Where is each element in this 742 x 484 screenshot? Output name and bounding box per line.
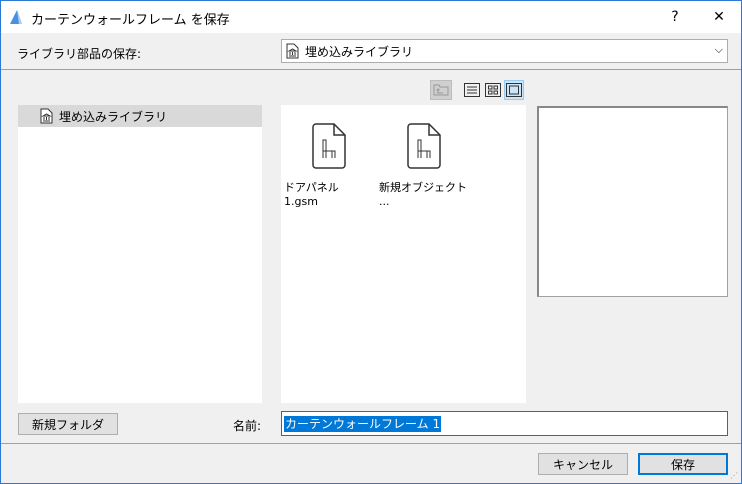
save-location-label: ライブラリ部品の保存: (17, 47, 142, 61)
object-file-icon (312, 123, 346, 169)
file-name: ドアパネル 1.gsm (284, 181, 339, 208)
tree-item[interactable]: 埋め込みライブラリ (18, 105, 262, 127)
cancel-button[interactable]: キャンセル (538, 453, 628, 475)
file-item[interactable]: 新規オブジェクト ... (379, 123, 469, 208)
list-view-icon (464, 83, 480, 97)
save-button[interactable]: 保存 (638, 453, 728, 475)
library-tree: 埋め込みライブラリ (18, 105, 262, 403)
preview-pane (537, 106, 728, 297)
help-button[interactable]: ? (655, 1, 695, 33)
close-button[interactable]: ✕ (699, 1, 739, 33)
folder-up-icon (433, 84, 449, 96)
large-icon-view-icon (506, 83, 522, 97)
new-folder-button[interactable]: 新規フォルダ (18, 413, 118, 435)
location-dropdown[interactable]: 埋め込みライブラリ ⌵ (281, 39, 728, 63)
list-view-button[interactable] (462, 80, 482, 100)
title-bar: カーテンウォールフレーム を保存 ? ✕ (1, 1, 741, 33)
library-icon (286, 43, 299, 59)
object-file-icon (407, 123, 441, 169)
name-input-value: カーテンウォールフレーム 1 (284, 416, 442, 432)
app-logo-icon (10, 10, 22, 24)
footer-divider (1, 443, 741, 444)
name-input[interactable]: カーテンウォールフレーム 1 (281, 411, 728, 436)
grid-view-button[interactable] (483, 80, 503, 100)
tree-item-label: 埋め込みライブラリ (59, 109, 168, 124)
library-icon (40, 108, 53, 124)
large-icon-view-button[interactable] (504, 80, 524, 100)
chevron-down-icon: ⌵ (714, 43, 723, 56)
file-item[interactable]: ドアパネル 1.gsm (284, 123, 374, 208)
grid-view-icon (485, 83, 501, 97)
location-value: 埋め込みライブラリ (305, 44, 414, 59)
resize-grip[interactable]: ⋰ (730, 471, 738, 480)
file-name: 新規オブジェクト ... (379, 181, 467, 208)
window-title: カーテンウォールフレーム を保存 (31, 13, 230, 28)
header-divider (1, 69, 741, 70)
file-list: ドアパネル 1.gsm 新規オブジェクト ... (281, 105, 526, 403)
save-dialog: カーテンウォールフレーム を保存 ? ✕ ライブラリ部品の保存: 埋め込みライブ… (0, 0, 742, 484)
folder-up-button[interactable] (430, 80, 452, 100)
name-label: 名前: (233, 419, 262, 433)
